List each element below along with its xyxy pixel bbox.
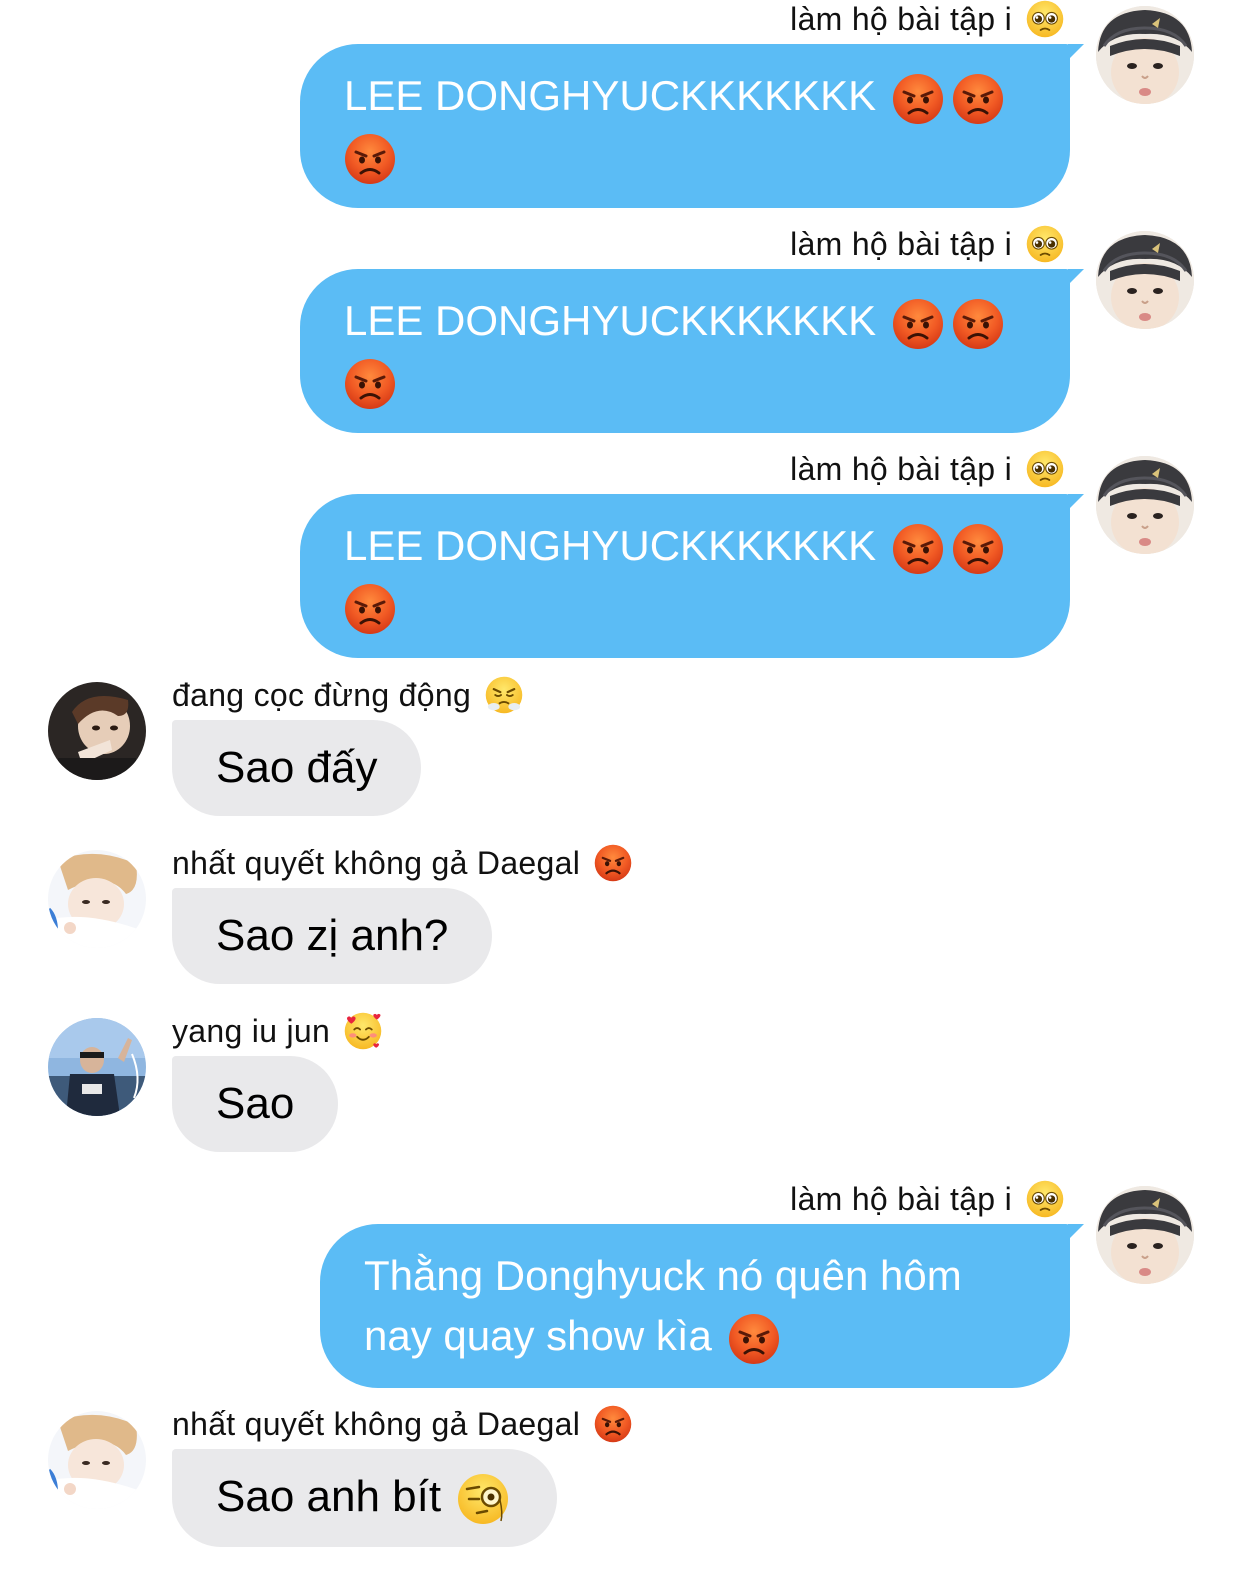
angry-face-icon [344, 583, 396, 635]
angry-face-icon [952, 298, 1004, 350]
message-row-outgoing: làm hộ bài tập i Thằng Donghyuck nó quên… [0, 1180, 1242, 1390]
sender-label: làm hộ bài tập i [790, 1180, 1012, 1217]
angry-face-icon [892, 298, 944, 350]
message-text: LEE DONGHYUCKKKKKKK [344, 297, 877, 344]
sender-name: làm hộ bài tập i [790, 450, 1064, 488]
chat-thread: làm hộ bài tập i LEE DONGHYUCKKKKKKK làm… [0, 0, 1242, 1569]
angry-face-icon [952, 73, 1004, 125]
sender-name: làm hộ bài tập i [790, 0, 1064, 38]
message-bubble[interactable]: Sao đấy [172, 720, 422, 816]
message-text: Sao anh bít [216, 1472, 442, 1521]
avatar[interactable] [1096, 231, 1194, 329]
avatar[interactable] [48, 1018, 146, 1116]
sender-label: làm hộ bài tập i [790, 0, 1012, 37]
message-text: Thằng Donghyuck nó quên hôm nay quay sho… [364, 1252, 962, 1359]
message-bubble[interactable]: LEE DONGHYUCKKKKKKK [300, 44, 1084, 208]
angry-face-icon [892, 73, 944, 125]
steam-nose-face-icon [485, 676, 523, 714]
message-text: LEE DONGHYUCKKKKKKK [344, 72, 877, 119]
angry-face-icon [594, 1405, 632, 1443]
angry-face-icon [344, 358, 396, 410]
sender-label: làm hộ bài tập i [790, 225, 1012, 262]
message-bubble[interactable]: Sao [172, 1056, 339, 1152]
message-row-incoming: yang iu jun Sao [0, 1012, 1242, 1162]
message-row-incoming: đang cọc đừng động Sao đấy [0, 676, 1242, 826]
smiling-face-hearts-icon [344, 1012, 382, 1050]
message-text: Sao [216, 1079, 295, 1128]
message-row-incoming: nhất quyết không gả Daegal Sao anh bít [0, 1405, 1242, 1565]
sender-label: đang cọc đừng động [172, 676, 472, 713]
sender-label: làm hộ bài tập i [790, 450, 1012, 487]
angry-face-icon [728, 1313, 780, 1365]
avatar[interactable] [48, 1411, 146, 1509]
message-bubble[interactable]: Thằng Donghyuck nó quên hôm nay quay sho… [320, 1224, 1084, 1388]
sender-name: làm hộ bài tập i [790, 225, 1064, 263]
message-text: Sao đấy [216, 743, 378, 792]
pleading-face-icon [1026, 1180, 1064, 1218]
message-text: Sao zị anh? [216, 911, 449, 960]
sender-name: nhất quyết không gả Daegal [172, 1405, 632, 1443]
message-row-outgoing: làm hộ bài tập i LEE DONGHYUCKKKKKKK [0, 0, 1242, 210]
sender-name: làm hộ bài tập i [790, 1180, 1064, 1218]
pleading-face-icon [1026, 450, 1064, 488]
message-row-outgoing: làm hộ bài tập i LEE DONGHYUCKKKKKKK [0, 450, 1242, 660]
avatar[interactable] [1096, 456, 1194, 554]
avatar[interactable] [1096, 1186, 1194, 1284]
message-text: LEE DONGHYUCKKKKKKK [344, 522, 877, 569]
sender-label: yang iu jun [172, 1012, 331, 1049]
message-bubble[interactable]: LEE DONGHYUCKKKKKKK [300, 494, 1084, 658]
monocle-face-icon [457, 1473, 509, 1525]
pleading-face-icon [1026, 0, 1064, 38]
avatar[interactable] [48, 850, 146, 948]
sender-name: nhất quyết không gả Daegal [172, 844, 632, 882]
avatar[interactable] [48, 682, 146, 780]
angry-face-icon [892, 523, 944, 575]
avatar[interactable] [1096, 6, 1194, 104]
message-bubble[interactable]: Sao anh bít [172, 1449, 558, 1548]
sender-label: nhất quyết không gả Daegal [172, 844, 581, 881]
message-row-outgoing: làm hộ bài tập i LEE DONGHYUCKKKKKKK [0, 225, 1242, 435]
angry-face-icon [952, 523, 1004, 575]
message-row-incoming: nhất quyết không gả Daegal Sao zị anh? [0, 844, 1242, 994]
message-bubble[interactable]: LEE DONGHYUCKKKKKKK [300, 269, 1084, 433]
angry-face-icon [594, 844, 632, 882]
message-bubble[interactable]: Sao zị anh? [172, 888, 493, 984]
pleading-face-icon [1026, 225, 1064, 263]
sender-label: nhất quyết không gả Daegal [172, 1405, 581, 1442]
sender-name: yang iu jun [172, 1012, 382, 1050]
sender-name: đang cọc đừng động [172, 676, 523, 714]
angry-face-icon [344, 133, 396, 185]
